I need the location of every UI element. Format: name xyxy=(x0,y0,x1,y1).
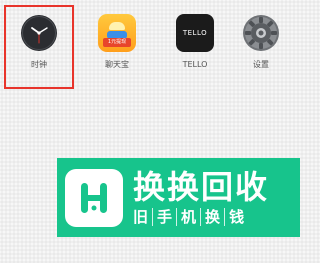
liaotianbao-icon: 1元提现 xyxy=(98,14,136,52)
subtitle-char: 钱 xyxy=(224,208,248,226)
app-settings[interactable]: 设置 xyxy=(231,14,291,70)
ingot-shape xyxy=(109,22,125,30)
app-label: 设置 xyxy=(253,60,269,69)
watermark-texts: 换换回收 旧 手 机 换 钱 xyxy=(133,169,269,226)
watermark-title: 换换回收 xyxy=(133,168,270,206)
subtitle-char: 手 xyxy=(152,208,176,226)
gear-icon xyxy=(242,14,280,52)
huanhuan-logo-icon xyxy=(65,168,123,227)
tello-icon-text: TELLO xyxy=(182,29,208,37)
app-label: 聊天宝 xyxy=(105,60,129,69)
watermark-subtitle: 旧 手 机 换 钱 xyxy=(133,208,269,226)
app-label: TELLO xyxy=(182,60,208,69)
subtitle-char: 旧 xyxy=(133,208,149,226)
subtitle-char: 换 xyxy=(200,208,224,226)
watermark-banner: 换换回收 旧 手 机 换 钱 xyxy=(57,158,300,237)
app-liaotianbao[interactable]: 1元提现 聊天宝 xyxy=(87,14,147,70)
subtitle-char: 机 xyxy=(176,208,200,226)
selection-highlight-box xyxy=(4,5,74,89)
app-tello[interactable]: TELLO TELLO xyxy=(165,14,225,70)
tello-icon: TELLO xyxy=(176,14,214,52)
cashout-badge: 1元提现 xyxy=(103,38,131,47)
